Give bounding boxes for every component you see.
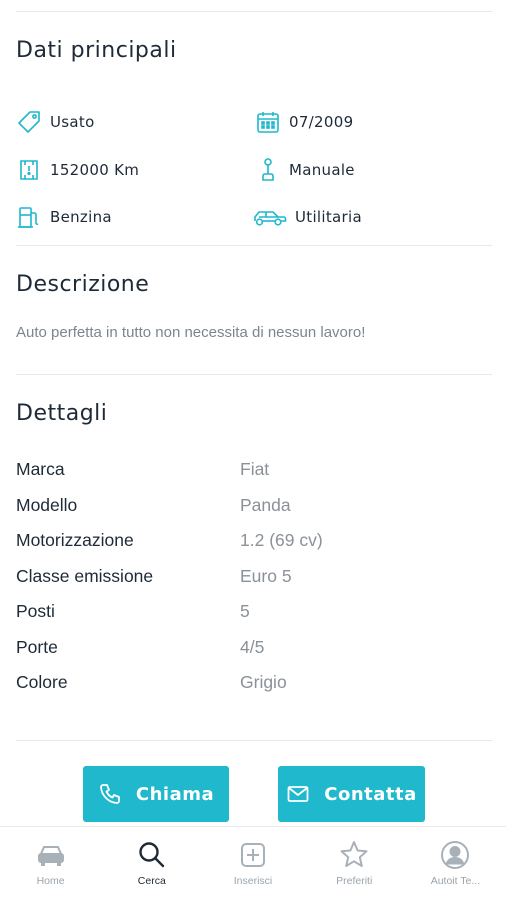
- spec-body-type-value: Utilitaria: [295, 208, 362, 226]
- spec-mileage-value: 152000 Km: [50, 161, 140, 179]
- main-data-title: Dati principali: [16, 38, 177, 63]
- detail-value: 5: [240, 601, 250, 622]
- car-body-icon: [254, 211, 287, 226]
- detail-value: 4/5: [240, 636, 265, 657]
- contact-button[interactable]: Contatta: [278, 766, 425, 822]
- spec-registration-value: 07/2009: [289, 113, 354, 131]
- detail-label: Posti: [16, 601, 55, 622]
- user-icon: [441, 841, 470, 869]
- detail-label: Porte: [16, 636, 58, 657]
- detail-value: Fiat: [240, 459, 270, 480]
- top-divider: [16, 11, 492, 12]
- divider-2: [16, 374, 492, 375]
- nav-item-account[interactable]: Autoit Te...: [405, 827, 506, 901]
- tag-icon: [18, 111, 40, 133]
- call-button[interactable]: Chiama: [83, 766, 229, 822]
- detail-row-engine: Motorizzazione 1.2 (69 cv): [16, 523, 486, 559]
- detail-row-model: Modello Panda: [16, 488, 486, 524]
- details-table: Marca Fiat Modello Panda Motorizzazione …: [16, 452, 486, 701]
- nav-item-home[interactable]: Home: [0, 827, 101, 901]
- detail-value: 1.2 (69 cv): [240, 530, 323, 551]
- spec-condition-value: Usato: [50, 113, 95, 131]
- detail-label: Colore: [16, 672, 68, 693]
- detail-row-emission: Classe emissione Euro 5: [16, 559, 486, 595]
- description-title: Descrizione: [16, 272, 150, 297]
- divider-1: [16, 245, 492, 246]
- detail-value: Grigio: [240, 672, 287, 693]
- detail-label: Modello: [16, 494, 78, 515]
- details-title: Dettagli: [16, 401, 108, 426]
- detail-row-make: Marca Fiat: [16, 452, 486, 488]
- detail-label: Classe emissione: [16, 565, 154, 586]
- spec-body-type: Utilitaria: [253, 203, 362, 231]
- detail-label: Motorizzazione: [16, 530, 134, 551]
- spec-registration: 07/2009: [255, 108, 353, 136]
- gearshift-icon: [262, 158, 274, 181]
- detail-value: Euro 5: [240, 565, 292, 586]
- spec-fuel: Benzina: [16, 203, 112, 231]
- spec-mileage: 152000 Km: [16, 156, 139, 184]
- mail-icon: [287, 786, 309, 802]
- spec-condition: Usato: [16, 108, 95, 136]
- detail-row-color: Colore Grigio: [16, 665, 486, 701]
- call-button-label: Chiama: [135, 783, 215, 805]
- detail-row-seats: Posti 5: [16, 594, 486, 630]
- search-icon: [139, 842, 164, 868]
- fuel-pump-icon: [18, 207, 39, 228]
- calendar-icon: [257, 112, 279, 133]
- nav-label-home: Home: [36, 875, 65, 887]
- nav-item-favorites[interactable]: Preferiti: [304, 827, 405, 901]
- detail-label: Marca: [16, 459, 65, 480]
- nav-item-insert[interactable]: Inserisci: [202, 827, 303, 901]
- detail-value: Panda: [240, 494, 291, 515]
- car-icon: [37, 846, 64, 866]
- nav-label-favorites: Preferiti: [336, 875, 373, 887]
- star-icon: [340, 841, 368, 867]
- nav-label-insert: Inserisci: [233, 875, 273, 887]
- detail-row-doors: Porte 4/5: [16, 630, 486, 666]
- spec-fuel-value: Benzina: [50, 208, 112, 226]
- nav-label-account: Autoit Te...: [430, 875, 481, 887]
- odometer-icon: [20, 160, 38, 180]
- add-icon: [241, 843, 265, 867]
- nav-label-search: Cerca: [137, 875, 166, 887]
- nav-item-search[interactable]: Cerca: [101, 827, 202, 901]
- spec-transmission: Manuale: [255, 156, 355, 184]
- divider-3: [16, 740, 492, 741]
- contact-button-label: Contatta: [324, 783, 417, 805]
- spec-transmission-value: Manuale: [289, 161, 355, 179]
- phone-icon: [99, 784, 120, 804]
- description-text: Auto perfetta in tutto non necessita di …: [16, 324, 366, 341]
- bottom-navigation: Home Cerca Inserisci Preferiti Autoit Te…: [0, 826, 506, 901]
